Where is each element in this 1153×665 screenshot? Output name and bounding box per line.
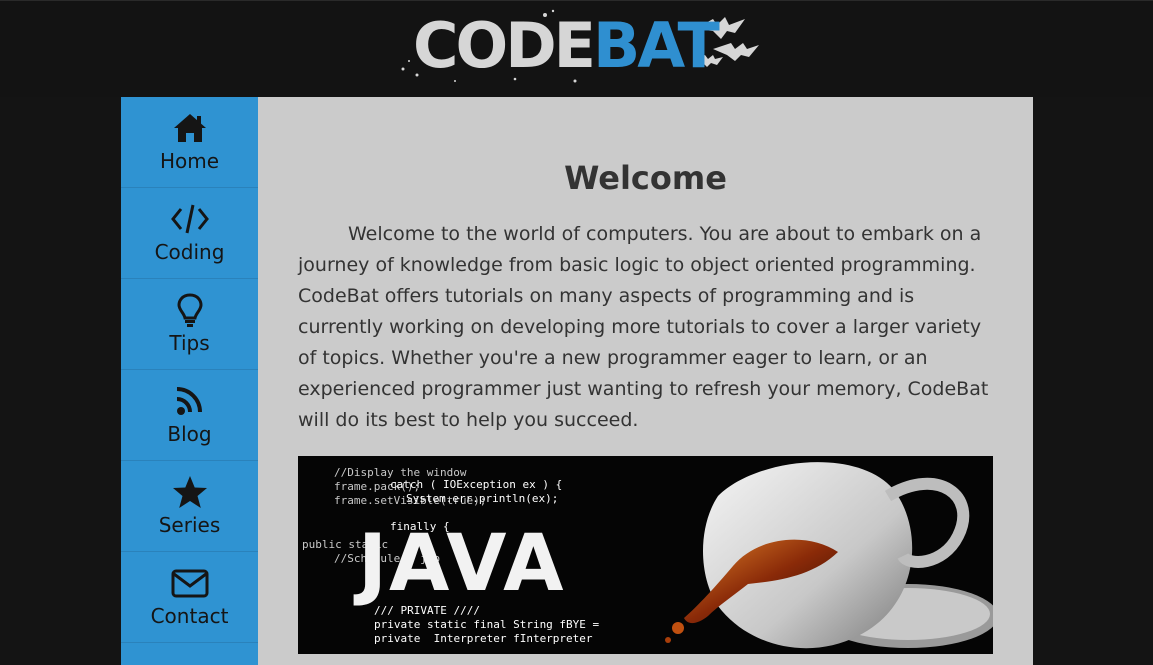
star-icon <box>172 476 207 508</box>
banner-java-word: JAVA <box>358 519 566 609</box>
coffee-cup-icon <box>665 462 993 649</box>
sidebar-item-blog[interactable]: Blog <box>121 370 258 461</box>
sidebar-item-series[interactable]: Series <box>121 461 258 552</box>
banner-code-text: //Display the window frame.pack(); frame… <box>302 466 600 645</box>
lightbulb-icon <box>176 293 203 327</box>
code-icon <box>170 204 209 234</box>
site-header: CODEBAT <box>0 0 1153 97</box>
codebat-logo[interactable]: CODEBAT <box>395 9 761 89</box>
sidebar-item-label: Series <box>158 513 221 537</box>
logo-wordmark: CODEBAT <box>413 9 720 82</box>
rss-icon <box>176 387 202 415</box>
sidebar-item-contact[interactable]: Contact <box>121 552 258 643</box>
sidebar-nav: Home Coding Tips Blog Series Contact <box>121 97 258 665</box>
main-content: Welcome Welcome to the world of computer… <box>258 97 1033 665</box>
sidebar-item-label: Coding <box>154 240 225 264</box>
sidebar-item-label: Home <box>159 149 220 173</box>
java-banner-image: //Display the window frame.pack(); frame… <box>298 456 993 654</box>
sidebar-item-label: Blog <box>167 422 212 446</box>
home-icon <box>173 114 206 142</box>
welcome-paragraph: Welcome to the world of computers. You a… <box>298 223 989 431</box>
sidebar-item-tips[interactable]: Tips <box>121 279 258 370</box>
sidebar-item-coding[interactable]: Coding <box>121 188 258 279</box>
sidebar-item-label: Contact <box>150 604 229 628</box>
sidebar-item-home[interactable]: Home <box>121 97 258 188</box>
sidebar-item-label: Tips <box>169 331 210 355</box>
envelope-icon <box>171 569 208 598</box>
page-title: Welcome <box>564 159 727 197</box>
